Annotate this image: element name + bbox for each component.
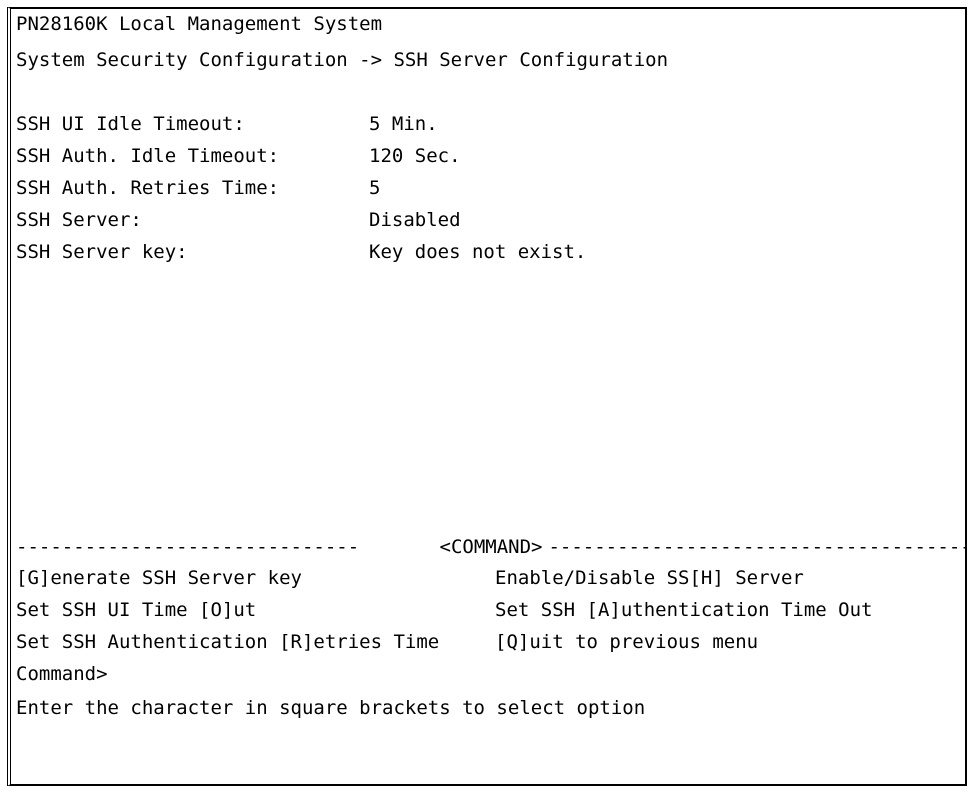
breadcrumb: System Security Configuration -> SSH Ser… (16, 49, 669, 71)
setting-label-auth-idle-timeout: SSH Auth. Idle Timeout: (16, 145, 280, 167)
command-set-auth-timeout[interactable]: Set SSH [A]uthentication Time Out (495, 598, 873, 622)
system-title: PN28160K Local Management System (16, 13, 383, 35)
command-prompt[interactable]: Command> (16, 662, 108, 686)
command-set-ui-timeout[interactable]: Set SSH UI Time [O]ut (16, 598, 256, 622)
command-set-retries-time[interactable]: Set SSH Authentication [R]etries Time (16, 630, 439, 654)
separator-dashes-right: ----------------------------------------… (548, 536, 967, 558)
help-text: Enter the character in square brackets t… (16, 697, 646, 719)
command-generate-ssh-key[interactable]: [G]enerate SSH Server key (16, 566, 302, 590)
command-prompt-label: Command> (16, 663, 108, 685)
command-separator: ------------------------------ <COMMAND>… (16, 535, 966, 559)
setting-value-auth-idle-timeout: 120 Sec. (369, 145, 461, 167)
separator-dashes-left: ------------------------------ (16, 536, 360, 558)
setting-label-ssh-server-key: SSH Server key: (16, 241, 188, 263)
command-section-label: <COMMAND> (439, 536, 543, 558)
setting-label-auth-retries-time: SSH Auth. Retries Time: (16, 177, 280, 199)
command-toggle-ssh-server[interactable]: Enable/Disable SS[H] Server (495, 566, 804, 590)
setting-value-auth-retries-time: 5 (369, 177, 381, 199)
setting-label-ssh-server: SSH Server: (16, 209, 142, 231)
setting-value-ssh-server: Disabled (369, 209, 461, 231)
setting-value-ui-idle-timeout: 5 Min. (369, 113, 438, 135)
command-quit[interactable]: [Q]uit to previous menu (495, 630, 758, 654)
setting-label-ui-idle-timeout: SSH UI Idle Timeout: (16, 113, 245, 135)
setting-value-ssh-server-key: Key does not exist. (369, 241, 587, 263)
